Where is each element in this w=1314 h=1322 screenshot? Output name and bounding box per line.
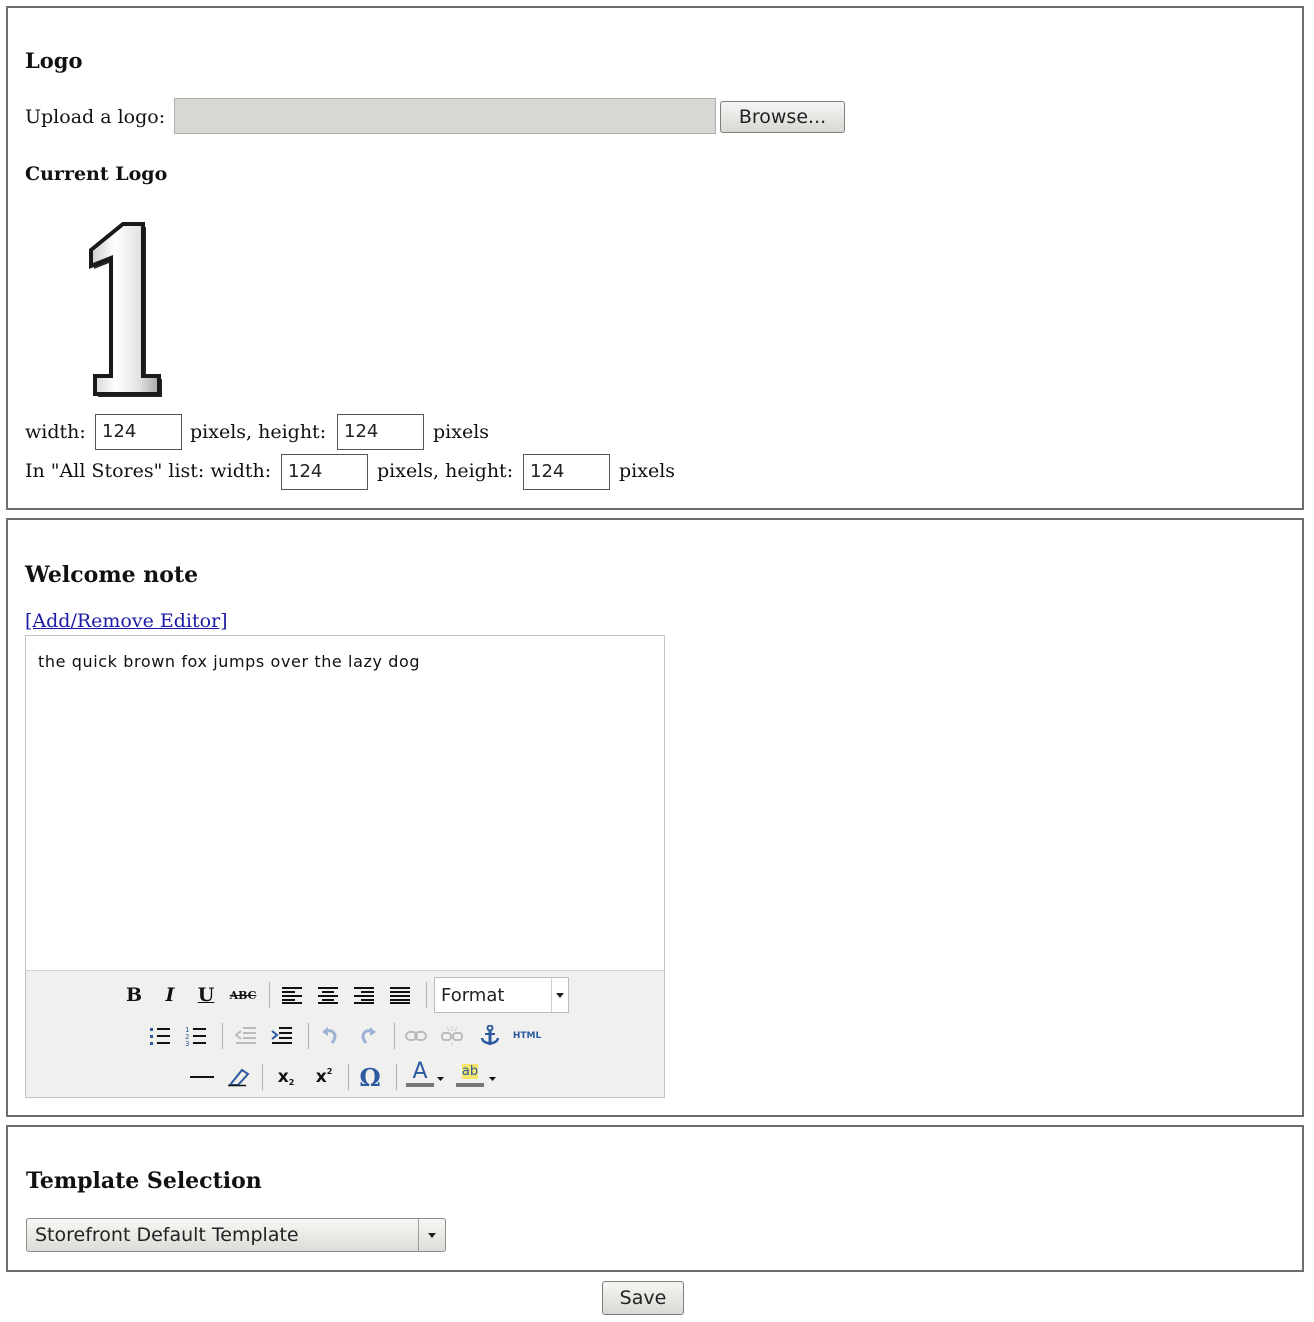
- upload-logo-label: Upload a logo:: [25, 106, 166, 128]
- height-label: pixels, height:: [190, 421, 327, 443]
- logo-one-glyph: [89, 222, 162, 397]
- welcome-note-heading: Welcome note: [25, 562, 199, 588]
- highlight-color-button[interactable]: ab: [456, 1059, 484, 1087]
- welcome-note-section: Welcome note [Add/Remove Editor] the qui…: [6, 518, 1304, 1117]
- text-color-dropdown-icon[interactable]: [434, 1065, 446, 1093]
- superscript-x: x: [315, 1067, 327, 1087]
- special-character-button[interactable]: Ω: [356, 1063, 384, 1092]
- list-pixels-label: pixels: [619, 460, 676, 482]
- width-label: width:: [25, 421, 86, 443]
- logo-section: Logo Upload a logo: Browse... Current Lo…: [6, 6, 1304, 510]
- toolbar-divider: [222, 1023, 223, 1049]
- underline-button[interactable]: U: [192, 981, 220, 1009]
- subscript-button[interactable]: x2: [272, 1063, 300, 1091]
- superscript-button[interactable]: x2: [310, 1063, 338, 1091]
- undo-icon[interactable]: [316, 1022, 344, 1050]
- save-button[interactable]: Save: [602, 1281, 684, 1315]
- logo-file-input[interactable]: [174, 98, 716, 134]
- template-select[interactable]: Storefront Default Template: [26, 1218, 446, 1252]
- indent-icon[interactable]: [268, 1022, 296, 1050]
- bold-button[interactable]: B: [120, 981, 148, 1009]
- format-dropdown-label: Format: [441, 985, 505, 1006]
- toolbar-divider: [426, 982, 427, 1008]
- unlink-icon[interactable]: [438, 1022, 466, 1050]
- toolbar-divider: [394, 1023, 395, 1049]
- eraser-icon[interactable]: [224, 1063, 252, 1091]
- current-logo-image: [25, 206, 225, 406]
- chevron-down-icon: [551, 978, 568, 1012]
- subscript-mark-icon: 2: [288, 1077, 295, 1087]
- browse-button[interactable]: Browse...: [720, 101, 845, 133]
- list-width-label: In "All Stores" list: width:: [25, 460, 272, 482]
- italic-button[interactable]: I: [156, 981, 184, 1009]
- outdent-icon[interactable]: [232, 1022, 260, 1050]
- list-height-input[interactable]: 124: [523, 454, 610, 490]
- anchor-icon[interactable]: [476, 1022, 504, 1050]
- toolbar-divider: [348, 1064, 349, 1090]
- pixels-label: pixels: [433, 421, 490, 443]
- template-selection-section: Template Selection Storefront Default Te…: [6, 1125, 1304, 1272]
- subscript-x: x: [277, 1067, 289, 1087]
- template-select-value: Storefront Default Template: [35, 1224, 299, 1246]
- align-center-icon[interactable]: [314, 981, 342, 1009]
- strikethrough-button[interactable]: ABC: [229, 981, 257, 1009]
- editor-toolbar: B I U ABC Format 1 2 3 HTML x 2 x 2 Ω A …: [26, 970, 664, 1097]
- chevron-down-icon: [418, 1219, 445, 1251]
- toolbar-divider: [269, 982, 270, 1008]
- svg-text:3: 3: [185, 1040, 189, 1046]
- toolbar-divider: [262, 1064, 263, 1090]
- list-width-input[interactable]: 124: [281, 454, 368, 490]
- toolbar-divider: [308, 1023, 309, 1049]
- logo-width-input[interactable]: 124: [95, 414, 182, 450]
- editor-content[interactable]: the quick brown fox jumps over the lazy …: [38, 652, 420, 671]
- align-right-icon[interactable]: [350, 981, 378, 1009]
- logo-heading: Logo: [25, 48, 83, 73]
- text-color-button[interactable]: A: [406, 1059, 434, 1087]
- html-source-button[interactable]: HTML: [510, 1022, 544, 1050]
- horizontal-rule-icon[interactable]: [188, 1063, 216, 1091]
- format-dropdown[interactable]: Format: [434, 977, 569, 1013]
- link-icon[interactable]: [402, 1022, 430, 1050]
- align-left-icon[interactable]: [278, 981, 306, 1009]
- logo-height-input[interactable]: 124: [337, 414, 424, 450]
- numbered-list-icon[interactable]: 123: [182, 1022, 210, 1050]
- redo-icon[interactable]: [354, 1022, 382, 1050]
- toolbar-divider: [396, 1064, 397, 1090]
- list-height-label: pixels, height:: [377, 460, 514, 482]
- template-selection-heading: Template Selection: [26, 1168, 262, 1194]
- current-logo-heading: Current Logo: [25, 163, 168, 185]
- bullet-list-icon[interactable]: [146, 1022, 174, 1050]
- superscript-mark-icon: 2: [326, 1066, 333, 1076]
- rich-text-editor: the quick brown fox jumps over the lazy …: [25, 635, 665, 1098]
- add-remove-editor-link[interactable]: [Add/Remove Editor]: [25, 610, 228, 632]
- align-justify-icon[interactable]: [386, 981, 414, 1009]
- highlight-dropdown-icon[interactable]: [486, 1065, 498, 1093]
- highlight-label: ab: [461, 1063, 479, 1079]
